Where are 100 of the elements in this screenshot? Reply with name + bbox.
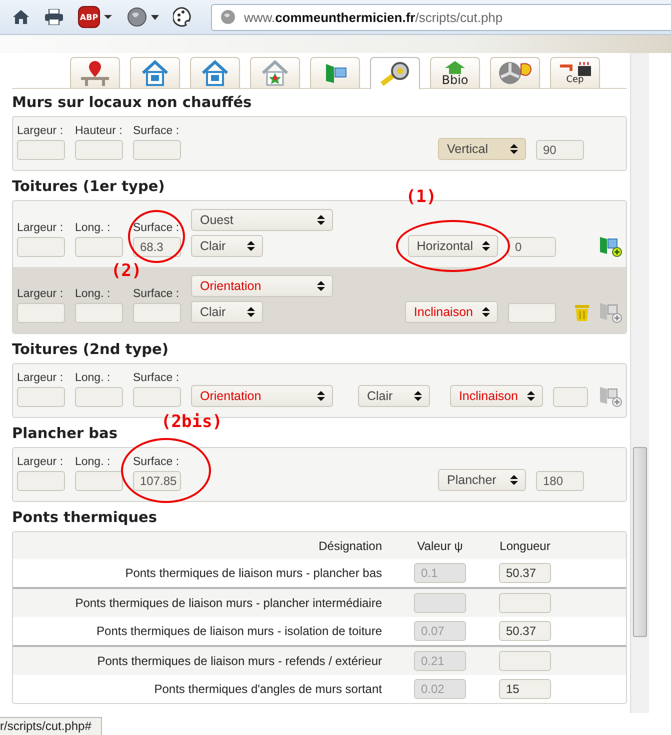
input-field[interactable]: 180 — [536, 471, 584, 491]
field-label: Largeur : — [17, 456, 64, 468]
house-icon — [200, 60, 230, 86]
input-field[interactable]: 50.37 — [499, 621, 551, 641]
print-icon[interactable] — [44, 9, 64, 25]
input-field[interactable]: 90 — [536, 140, 584, 160]
input-field — [414, 593, 466, 613]
section-tab[interactable] — [490, 57, 540, 88]
palette-icon[interactable] — [173, 7, 193, 27]
dropdown[interactable]: Inclinaison — [404, 301, 498, 323]
section-title: Toitures (1er type) — [12, 179, 166, 195]
add-element-icon[interactable] — [598, 235, 622, 257]
input-field[interactable] — [499, 651, 551, 671]
caret-icon[interactable] — [103, 14, 113, 20]
input-field[interactable]: 107.85 — [133, 471, 181, 491]
dropdown[interactable]: Orientation — [191, 385, 333, 407]
input-field[interactable] — [75, 237, 123, 257]
field-label: Surface : — [133, 456, 180, 468]
dropdown[interactable]: Plancher — [438, 469, 526, 491]
adblock-button[interactable]: ABP — [78, 6, 100, 28]
updown-arrow-icon — [526, 390, 536, 402]
scrollbar[interactable] — [630, 53, 649, 713]
house-star-icon — [260, 60, 290, 86]
section-title: Plancher bas — [12, 426, 118, 442]
input-field: 0.1 — [414, 563, 466, 583]
updown-arrow-icon — [316, 214, 326, 226]
dropdown[interactable]: Vertical — [438, 138, 526, 160]
table-cell: Ponts thermiques de liaison murs - plancher intermédiaire — [75, 596, 382, 610]
section-tab[interactable] — [250, 57, 300, 88]
table-cell: Ponts thermiques de liaison murs - refends / extérieur — [97, 654, 382, 668]
globe-icon — [220, 9, 236, 25]
field-label: Surface : — [133, 125, 180, 137]
input-field[interactable] — [133, 387, 181, 407]
dropdown[interactable]: Clair — [191, 301, 263, 323]
input-field[interactable] — [17, 140, 65, 160]
updown-arrow-icon — [481, 306, 491, 318]
input-field[interactable] — [499, 593, 551, 613]
column-header: Désignation — [318, 538, 382, 552]
field-label: Long. : — [75, 456, 112, 468]
input-field[interactable] — [553, 387, 588, 407]
section-tab[interactable] — [130, 57, 180, 88]
input-field[interactable] — [133, 303, 181, 323]
house-icon — [140, 60, 170, 86]
field-label: Hauteur : — [75, 125, 123, 137]
table-cell: Ponts thermiques de liaison murs - isolation de toiture — [96, 624, 382, 638]
section-title: Toitures (2nd type) — [12, 342, 170, 358]
dropdown[interactable]: Clair — [358, 385, 430, 407]
dropdown[interactable]: Ouest — [191, 209, 333, 231]
updown-arrow-icon — [481, 240, 491, 252]
url-text: www.commeunthermicien.fr/scripts/cut.php — [244, 10, 503, 24]
input-field: 0.07 — [414, 621, 466, 641]
scrollbar-thumb[interactable] — [633, 447, 647, 637]
input-field[interactable] — [17, 387, 65, 407]
trash-icon[interactable] — [574, 303, 590, 321]
home-icon[interactable] — [12, 9, 30, 25]
input-field[interactable] — [17, 303, 65, 323]
dropdown[interactable]: Clair — [191, 235, 263, 257]
section-tab[interactable] — [310, 57, 360, 88]
faucet-radiator-icon — [557, 62, 593, 76]
updown-arrow-icon — [509, 474, 519, 486]
updown-arrow-icon — [412, 390, 423, 402]
input-field[interactable]: 68.3 — [133, 237, 181, 257]
fan-icon — [497, 60, 533, 86]
updown-arrow-icon — [509, 143, 519, 155]
input-field[interactable] — [75, 387, 123, 407]
input-field[interactable] — [17, 471, 65, 491]
section-tab[interactable] — [70, 57, 120, 88]
input-field[interactable]: 0 — [508, 237, 556, 257]
input-field[interactable]: 15 — [499, 679, 551, 699]
dropdown[interactable]: Horizontal — [408, 235, 498, 257]
map-pin-icon — [78, 60, 112, 86]
section-tab[interactable] — [370, 57, 420, 89]
input-field[interactable] — [75, 140, 123, 160]
field-label: Surface : — [133, 372, 180, 384]
input-field[interactable]: 50.37 — [499, 563, 551, 583]
address-bar[interactable]: www.commeunthermicien.fr/scripts/cut.php — [211, 4, 671, 30]
field-label: Surface : — [133, 222, 180, 234]
field-label: Surface : — [133, 288, 180, 300]
globe-icon[interactable] — [127, 7, 147, 27]
input-field[interactable] — [133, 140, 181, 160]
caret-icon[interactable] — [151, 14, 159, 20]
dropdown[interactable]: Inclinaison — [450, 385, 544, 407]
input-field: 0.02 — [414, 679, 466, 699]
field-label: Largeur : — [17, 125, 64, 137]
input-field[interactable] — [17, 237, 65, 257]
section-tab[interactable]: Cep — [550, 57, 600, 88]
section-tab[interactable] — [190, 57, 240, 88]
input-field: 0.21 — [414, 651, 466, 671]
input-field[interactable] — [75, 471, 123, 491]
input-field[interactable] — [75, 303, 123, 323]
dropdown[interactable]: Orientation — [191, 275, 333, 297]
input-field[interactable] — [508, 303, 556, 323]
house-roof-icon — [443, 60, 467, 74]
updown-arrow-icon — [246, 306, 256, 318]
column-header: Longueur — [498, 538, 552, 552]
field-label: Long. : — [75, 222, 112, 234]
updown-arrow-icon — [246, 240, 256, 252]
section-tab[interactable]: Bbio — [430, 57, 480, 88]
section-title: Ponts thermiques — [12, 510, 158, 526]
updown-arrow-icon — [316, 390, 326, 402]
